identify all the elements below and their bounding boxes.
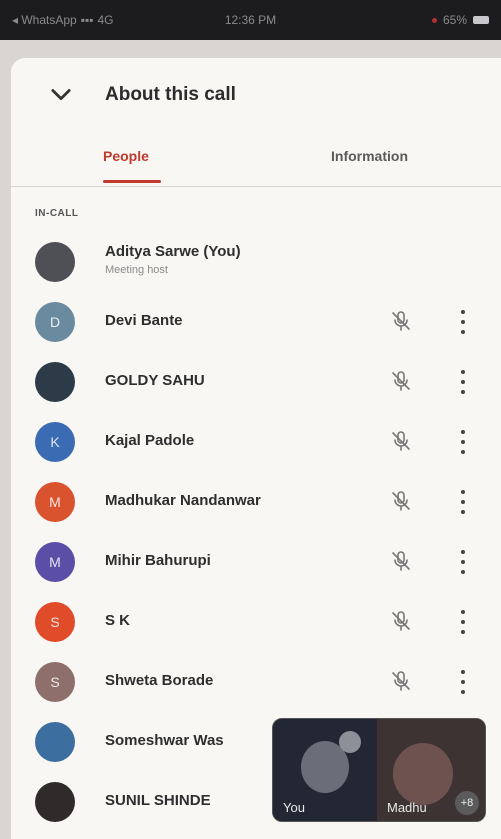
tab-people[interactable]: People (103, 148, 149, 164)
participant-name: Devi Bante (105, 312, 183, 329)
other-video-label: Madhu (387, 800, 427, 815)
video-preview[interactable]: You Madhu +8 (272, 718, 486, 822)
participant-row[interactable]: M Madhukar Nandanwar (11, 472, 501, 532)
participant-name: Someshwar Was (105, 732, 224, 749)
battery-percent: 65% (442, 13, 467, 27)
avatar (35, 722, 75, 762)
more-options-icon[interactable] (459, 610, 467, 634)
participant-name: GOLDY SAHU (105, 372, 205, 389)
more-options-icon[interactable] (459, 370, 467, 394)
mic-off-icon (389, 489, 413, 513)
active-tab-indicator (103, 180, 161, 183)
participant-name: Aditya Sarwe (You) (105, 243, 241, 260)
participant-name: Madhukar Nandanwar (105, 492, 261, 509)
back-to-whatsapp-link[interactable]: ◂ WhatsApp (12, 13, 77, 27)
mic-off-icon (389, 669, 413, 693)
mic-off-icon (389, 549, 413, 573)
participant-row[interactable]: SS K (11, 592, 501, 652)
mic-off-icon (389, 429, 413, 453)
participant-name: SUNIL SHINDE (105, 792, 211, 809)
other-avatar (393, 743, 453, 805)
avatar: S (35, 602, 75, 642)
more-options-icon[interactable] (459, 670, 467, 694)
avatar: M (35, 542, 75, 582)
more-options-icon[interactable] (459, 430, 467, 454)
more-options-icon[interactable] (459, 310, 467, 334)
chevron-down-icon[interactable] (47, 80, 75, 108)
status-time: 12:36 PM (224, 13, 277, 27)
tab-information[interactable]: Information (331, 148, 408, 164)
status-bar: ◂ WhatsApp ▪▪▪ 4G 12:36 PM 65% (0, 0, 501, 40)
self-video-label: You (283, 800, 305, 815)
network-type: 4G (97, 13, 114, 27)
more-options-icon[interactable] (459, 490, 467, 514)
avatar: K (35, 422, 75, 462)
avatar (35, 242, 75, 282)
battery-icon (473, 16, 489, 24)
avatar: S (35, 662, 75, 702)
participant-row[interactable]: S Shweta Borade (11, 652, 501, 712)
sheet-header: About this call (11, 58, 501, 130)
tab-bar: People Information (11, 138, 501, 186)
self-avatar-blur (339, 731, 361, 753)
avatar: D (35, 302, 75, 342)
section-label-in-call: IN-CALL (35, 208, 79, 219)
participant-row[interactable]: K Kajal Padole (11, 412, 501, 472)
participant-row[interactable]: D Devi Bante (11, 292, 501, 352)
participant-name: Shweta Borade (105, 672, 214, 689)
avatar (35, 782, 75, 822)
participant-role: Meeting host (105, 264, 168, 276)
page-title: About this call (105, 84, 236, 105)
recording-dot-icon (431, 17, 437, 23)
extra-participants-badge: +8 (455, 791, 479, 815)
participant-name: S K (105, 612, 131, 629)
other-video-tile[interactable]: Madhu +8 (377, 719, 485, 821)
avatar (35, 362, 75, 402)
mic-off-icon (389, 309, 413, 333)
avatar: M (35, 482, 75, 522)
signal-icon: ▪▪▪ (80, 13, 94, 27)
self-video-tile[interactable]: You (273, 719, 377, 821)
mic-off-icon (389, 369, 413, 393)
more-options-icon[interactable] (459, 550, 467, 574)
mic-off-icon (389, 609, 413, 633)
participant-name: Mihir Bahurupi (105, 552, 211, 569)
participant-name: Kajal Padole (105, 432, 195, 449)
tab-divider (11, 186, 501, 187)
participant-row[interactable]: M Mihir Bahurupi (11, 532, 501, 592)
participant-row[interactable]: Aditya Sarwe (You) Meeting host (11, 232, 501, 292)
participant-row[interactable]: GOLDY SAHU (11, 352, 501, 412)
